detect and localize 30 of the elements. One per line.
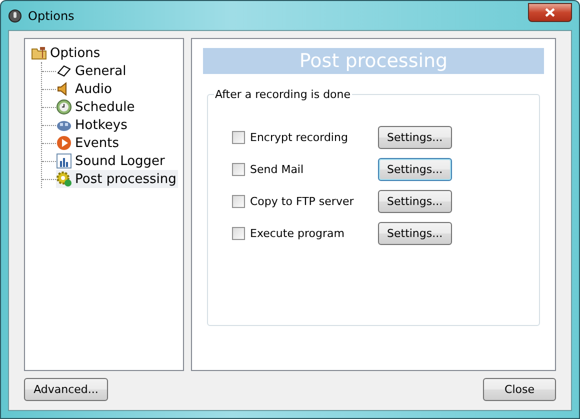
advanced-button[interactable]: Advanced...	[24, 378, 108, 401]
tree-item[interactable]: Audio	[56, 80, 114, 98]
tree-item[interactable]: Sound Logger	[56, 152, 167, 170]
close-icon	[545, 8, 555, 17]
checkbox[interactable]: Send Mail	[232, 162, 378, 176]
play-icon	[56, 135, 72, 151]
window-title: Options	[28, 8, 74, 22]
close-button[interactable]	[528, 3, 572, 22]
settings-button[interactable]: Settings...	[378, 126, 452, 148]
settings-button[interactable]: Settings...	[378, 190, 452, 212]
checkbox[interactable]: Encrypt recording	[232, 130, 378, 144]
tree-item[interactable]: Hotkeys	[56, 116, 130, 134]
eraser-icon	[56, 63, 72, 79]
folder-tools-icon	[31, 45, 47, 61]
checkbox[interactable]: Execute program	[232, 226, 378, 240]
clock-icon	[56, 99, 72, 115]
tree-item[interactable]: Post processing	[56, 170, 178, 188]
panel-header: Post processing	[203, 48, 544, 74]
tree-item[interactable]: Options	[31, 44, 102, 62]
close-dialog-button[interactable]: Close	[483, 378, 556, 401]
settings-button[interactable]: Settings...	[378, 222, 452, 244]
group-title: After a recording is done	[214, 88, 352, 101]
chart-icon	[56, 153, 72, 169]
checkbox[interactable]: Copy to FTP server	[232, 194, 378, 208]
settings-button[interactable]: Settings...	[378, 158, 452, 180]
gear-icon	[56, 171, 72, 187]
app-icon	[8, 8, 22, 22]
tree-item[interactable]: Events	[56, 134, 122, 152]
tree-item[interactable]: General	[56, 62, 128, 80]
tree-item[interactable]: Schedule	[56, 98, 137, 116]
